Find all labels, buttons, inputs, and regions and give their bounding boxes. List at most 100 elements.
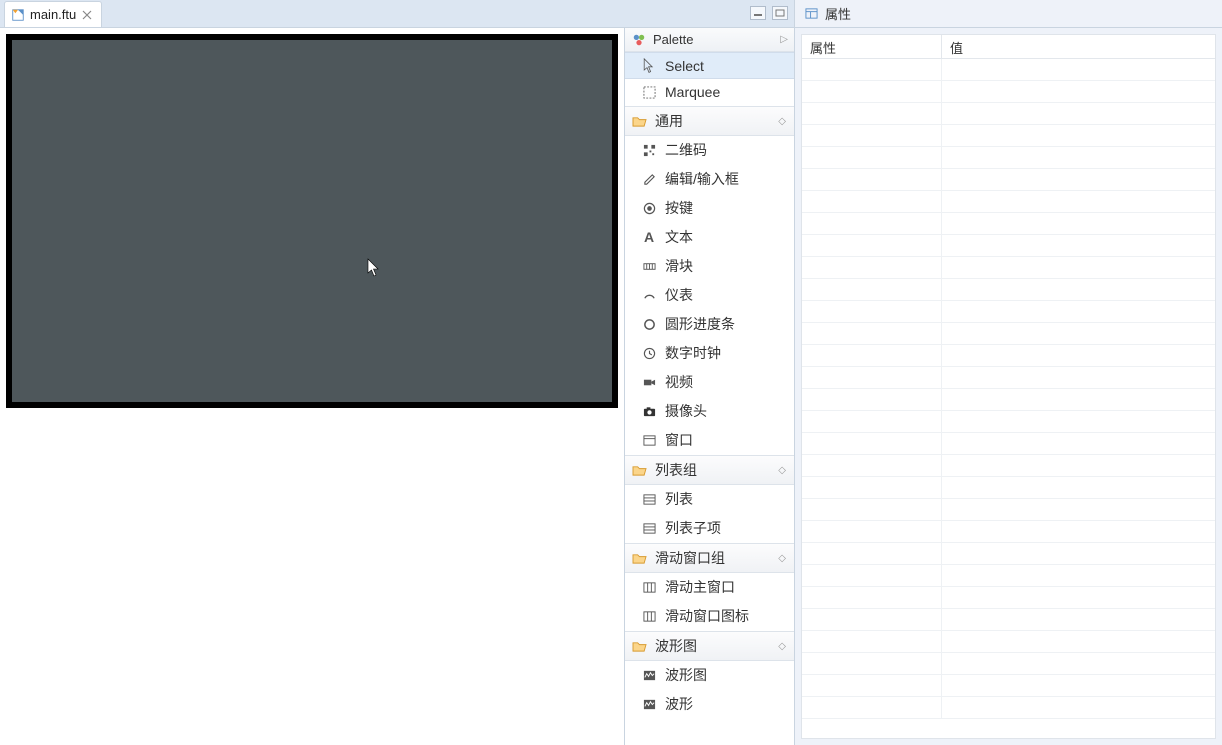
table-row[interactable] (802, 433, 1215, 455)
palette-tool-marquee[interactable]: Marquee (625, 79, 794, 106)
slider-icon (641, 258, 657, 274)
palette-item-list[interactable]: 列表 (625, 485, 794, 514)
palette-item-button[interactable]: 按键 (625, 194, 794, 223)
properties-title: 属性 (825, 4, 851, 23)
palette-category-label: 通用 (655, 111, 683, 131)
qrcode-icon (641, 142, 657, 158)
canvas-frame (6, 34, 618, 408)
list-icon (641, 520, 657, 536)
editor-panel: main.ftu Palet (0, 0, 795, 745)
palette-item-camera[interactable]: 摄像头 (625, 397, 794, 426)
gauge-icon (641, 287, 657, 303)
palette-item-listitem[interactable]: 列表子项 (625, 514, 794, 543)
chevron-right-icon[interactable]: ▷ (780, 34, 788, 45)
table-row[interactable] (802, 191, 1215, 213)
table-row[interactable] (802, 147, 1215, 169)
table-row[interactable] (802, 169, 1215, 191)
palette-item-label: 波形 (665, 694, 693, 714)
palette-title: Palette (653, 32, 693, 47)
palette-item-edit[interactable]: 编辑/输入框 (625, 165, 794, 194)
palette-item-wave[interactable]: 波形 (625, 690, 794, 719)
table-row[interactable] (802, 257, 1215, 279)
palette-item-video[interactable]: 视频 (625, 368, 794, 397)
clock-icon (641, 345, 657, 361)
palette-tool-select[interactable]: Select (625, 52, 794, 79)
list-icon (641, 491, 657, 507)
palette-item-text[interactable]: A 文本 (625, 223, 794, 252)
maximize-icon[interactable] (772, 6, 788, 20)
palette-item-label: 窗口 (665, 430, 693, 450)
editor-tab-main[interactable]: main.ftu (4, 1, 102, 27)
table-row[interactable] (802, 609, 1215, 631)
palette-item-slidemain[interactable]: 滑动主窗口 (625, 573, 794, 602)
marquee-icon (641, 84, 657, 100)
palette-item-label: 波形图 (665, 665, 707, 685)
folder-open-icon (631, 550, 647, 566)
table-row[interactable] (802, 411, 1215, 433)
collapse-icon[interactable]: ◇ (778, 641, 786, 652)
table-row[interactable] (802, 477, 1215, 499)
properties-col-name[interactable]: 属性 (802, 35, 942, 58)
table-row[interactable] (802, 235, 1215, 257)
palette-item-label: 视频 (665, 372, 693, 392)
canvas-viewport[interactable] (0, 28, 624, 745)
collapse-icon[interactable]: ◇ (778, 116, 786, 127)
palette-item-label: 仪表 (665, 285, 693, 305)
table-row[interactable] (802, 697, 1215, 719)
palette-item-label: 文本 (665, 227, 693, 247)
table-row[interactable] (802, 125, 1215, 147)
palette-item-label: 编辑/输入框 (665, 169, 739, 189)
table-row[interactable] (802, 301, 1215, 323)
table-row[interactable] (802, 675, 1215, 697)
minimize-icon[interactable] (750, 6, 766, 20)
table-row[interactable] (802, 367, 1215, 389)
video-icon (641, 374, 657, 390)
table-row[interactable] (802, 521, 1215, 543)
palette-item-window[interactable]: 窗口 (625, 426, 794, 455)
table-row[interactable] (802, 565, 1215, 587)
palette-item-label: 滑动主窗口 (665, 577, 735, 597)
palette-item-digitalclock[interactable]: 数字时钟 (625, 339, 794, 368)
palette-category-slidegroup[interactable]: 滑动窗口组 ◇ (625, 543, 794, 573)
table-row[interactable] (802, 81, 1215, 103)
close-icon[interactable] (81, 9, 93, 21)
table-row[interactable] (802, 103, 1215, 125)
table-row[interactable] (802, 389, 1215, 411)
table-row[interactable] (802, 631, 1215, 653)
table-row[interactable] (802, 59, 1215, 81)
palette-category-general[interactable]: 通用 ◇ (625, 106, 794, 136)
table-row[interactable] (802, 499, 1215, 521)
palette-category-wavegroup[interactable]: 波形图 ◇ (625, 631, 794, 661)
table-row[interactable] (802, 345, 1215, 367)
palette-item-wavechart[interactable]: 波形图 (625, 661, 794, 690)
palette-item-circleprogress[interactable]: 圆形进度条 (625, 310, 794, 339)
palette-item-label: 滑块 (665, 256, 693, 276)
palette-category-listgroup[interactable]: 列表组 ◇ (625, 455, 794, 485)
collapse-icon[interactable]: ◇ (778, 553, 786, 564)
palette-item-slider[interactable]: 滑块 (625, 252, 794, 281)
table-row[interactable] (802, 653, 1215, 675)
table-row[interactable] (802, 587, 1215, 609)
palette-item-qrcode[interactable]: 二维码 (625, 136, 794, 165)
palette-item-label: 列表 (665, 489, 693, 509)
palette-tool-label: Select (665, 58, 704, 74)
properties-header[interactable]: 属性 (795, 0, 1222, 28)
wave-icon (641, 667, 657, 683)
table-row[interactable] (802, 455, 1215, 477)
palette-icon (631, 32, 647, 48)
folder-open-icon (631, 638, 647, 654)
wave-icon (641, 696, 657, 712)
pencil-icon (641, 171, 657, 187)
canvas-surface[interactable] (12, 40, 612, 402)
table-row[interactable] (802, 213, 1215, 235)
palette-item-gauge[interactable]: 仪表 (625, 281, 794, 310)
table-row[interactable] (802, 323, 1215, 345)
properties-panel: 属性 属性 值 (795, 0, 1222, 745)
palette-item-slideicon[interactable]: 滑动窗口图标 (625, 602, 794, 631)
collapse-icon[interactable]: ◇ (778, 465, 786, 476)
palette-header[interactable]: Palette ▷ (625, 28, 794, 52)
table-row[interactable] (802, 279, 1215, 301)
properties-col-value[interactable]: 值 (942, 35, 1215, 58)
table-row[interactable] (802, 543, 1215, 565)
palette-item-label: 滑动窗口图标 (665, 606, 749, 626)
